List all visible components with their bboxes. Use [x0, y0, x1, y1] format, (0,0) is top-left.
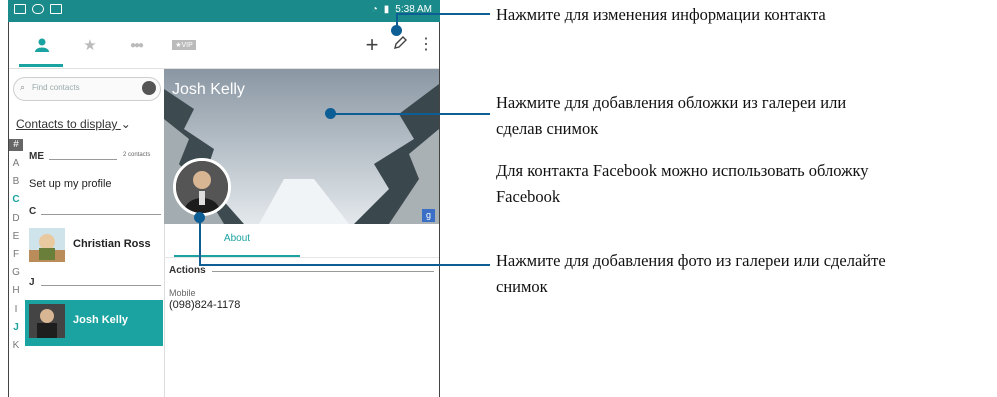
- mobile-label: Mobile: [169, 288, 196, 298]
- pencil-icon: [394, 36, 407, 49]
- section-header-c: C: [29, 206, 37, 217]
- callout-line: [199, 264, 490, 266]
- section-divider: [41, 214, 161, 215]
- avatar: [29, 304, 65, 338]
- overflow-menu-button[interactable]: ⋮: [415, 34, 437, 56]
- callout-cover-line1: Нажмите для добавления обложки из галере…: [496, 93, 847, 112]
- more-vert-icon: ⋮: [418, 36, 434, 53]
- contact-name: Christian Ross: [73, 238, 151, 250]
- toolbar: ★ ●●● ★VIP + ⋮: [9, 22, 439, 69]
- tab-indicator: [19, 64, 63, 67]
- index-letter[interactable]: F: [9, 246, 23, 264]
- callout-line: [396, 13, 490, 15]
- index-letter[interactable]: C: [9, 191, 23, 209]
- callout-line: [199, 217, 201, 265]
- vip-tab-label: ★VIP: [172, 40, 196, 50]
- alphabet-index[interactable]: # A B C D E F G H I J K: [9, 139, 23, 355]
- search-placeholder: Find contacts: [32, 83, 80, 92]
- index-letter[interactable]: #: [9, 139, 23, 151]
- battery-icon: ▮: [383, 4, 390, 15]
- contact-photo[interactable]: [173, 158, 231, 216]
- vip-tab[interactable]: ★VIP: [171, 36, 197, 54]
- tab-about[interactable]: About: [174, 233, 300, 257]
- section-divider: [212, 271, 434, 272]
- favorites-tab-icon[interactable]: ★: [79, 36, 101, 54]
- index-letter[interactable]: H: [9, 282, 23, 300]
- index-letter[interactable]: G: [9, 264, 23, 282]
- avatar: [29, 228, 65, 262]
- contacts-tab-icon[interactable]: [31, 36, 53, 54]
- callout-cover-line2: сделав снимок: [496, 119, 599, 138]
- notification-icon: [14, 4, 26, 14]
- search-icon: ⌕: [20, 82, 26, 92]
- contacts-to-display-label: Contacts to display: [16, 117, 118, 131]
- chevron-down-icon: ⌄: [120, 117, 131, 131]
- index-letter[interactable]: B: [9, 173, 23, 191]
- gallery-notification-icon: [50, 4, 62, 14]
- contacts-count: 2 contacts: [123, 152, 151, 158]
- callout-facebook-line1: Для контакта Facebook можно использовать…: [496, 161, 869, 180]
- section-header-j: J: [29, 277, 35, 288]
- mobile-number[interactable]: (098)824-1178: [169, 299, 240, 311]
- index-letter[interactable]: A: [9, 155, 23, 173]
- add-icon: +: [365, 32, 379, 57]
- tab-divider: [164, 257, 439, 258]
- setup-profile-item[interactable]: Set up my profile: [29, 178, 112, 190]
- contact-name: Josh Kelly: [73, 314, 129, 326]
- index-letter[interactable]: K: [9, 337, 23, 355]
- add-contact-button[interactable]: +: [361, 34, 383, 56]
- actions-header: Actions: [169, 265, 206, 276]
- contact-detail-pane: Josh Kelly g About Actions Mobile (098)8…: [164, 69, 439, 397]
- index-letter[interactable]: J: [9, 319, 23, 337]
- search-input[interactable]: ⌕ Find contacts: [13, 77, 161, 101]
- groups-tab-icon[interactable]: ●●●: [125, 36, 147, 54]
- contact-name-title: Josh Kelly: [172, 81, 245, 98]
- callout-facebook-line2: Facebook: [496, 187, 561, 206]
- callout-photo-line2: снимок: [496, 277, 548, 296]
- contact-list-pane: ⌕ Find contacts Contacts to display ⌄ # …: [9, 69, 165, 397]
- cloud-icon: [32, 4, 44, 14]
- callout-edit: Нажмите для изменения информации контакт…: [496, 5, 826, 24]
- section-divider: [49, 159, 117, 160]
- contacts-to-display-dropdown[interactable]: Contacts to display ⌄: [16, 117, 131, 131]
- index-letter[interactable]: D: [9, 210, 23, 228]
- callout-photo-line1: Нажмите для добавления фото из галереи и…: [496, 251, 886, 270]
- status-bar: ◔ ▮ 5:38 AM: [8, 0, 440, 22]
- edit-contact-button[interactable]: [389, 34, 411, 56]
- google-badge-icon: g: [422, 209, 435, 222]
- device-screen: ★ ●●● ★VIP + ⋮ ⌕ Find contacts Contacts …: [8, 22, 440, 397]
- microphone-icon[interactable]: [142, 81, 156, 95]
- callout-line: [396, 13, 398, 28]
- wifi-icon: ◔: [371, 4, 378, 15]
- index-letter[interactable]: I: [9, 301, 23, 319]
- section-divider: [41, 285, 161, 286]
- list-item-christian-ross[interactable]: Christian Ross: [25, 224, 163, 266]
- list-item-josh-kelly[interactable]: Josh Kelly: [25, 300, 163, 346]
- section-header-me: ME: [29, 151, 44, 162]
- index-letter[interactable]: E: [9, 228, 23, 246]
- callout-line: [330, 113, 490, 115]
